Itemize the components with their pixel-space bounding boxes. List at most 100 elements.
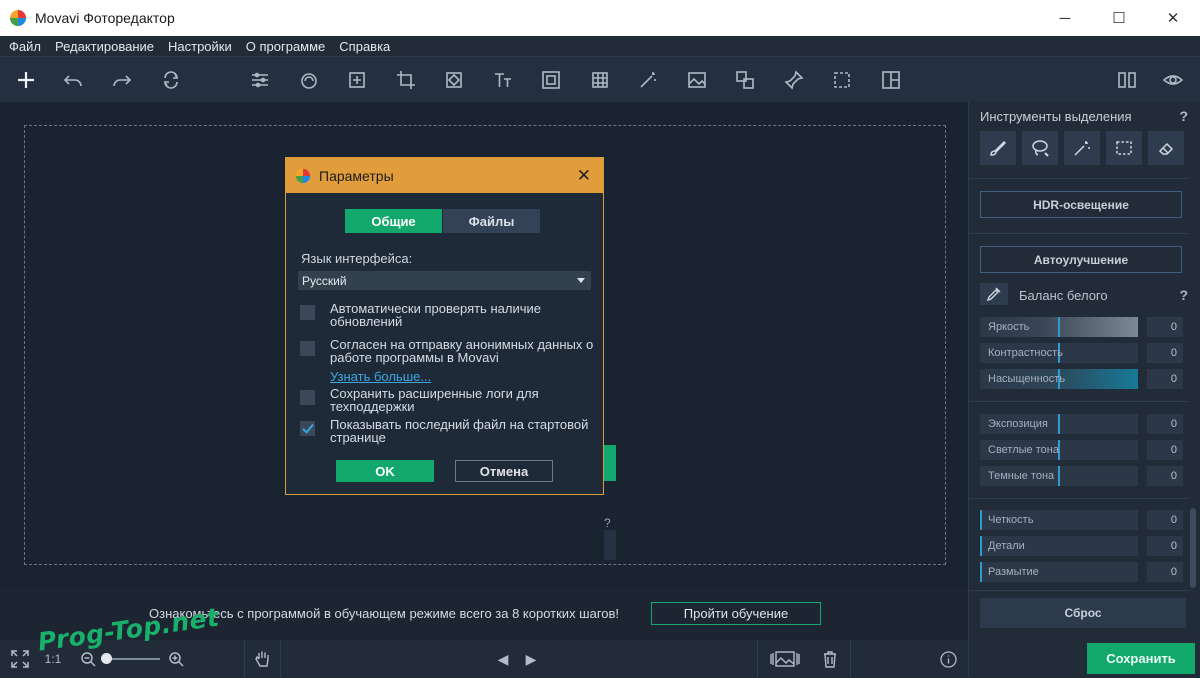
add-icon[interactable] [13,67,39,93]
movavi-logo-icon [10,10,26,26]
next-icon[interactable]: ▶ [522,640,540,678]
saturation-value[interactable]: 0 [1147,369,1183,389]
show-last-file-checkbox[interactable] [300,421,315,436]
eye-icon[interactable] [1160,67,1186,93]
start-tutorial-button[interactable]: Пройти обучение [651,602,821,625]
language-value: Русский [302,273,347,288]
gallery-icon[interactable] [766,640,804,678]
slider-label: Контрастность [988,347,1063,359]
save-button[interactable]: Сохранить [1087,643,1195,674]
menu-about[interactable]: О программе [239,39,333,54]
image-icon[interactable] [684,67,710,93]
divider [969,401,1189,402]
anonymous-data-label: Согласен на отправку анонимных данных о … [330,337,594,365]
auto-update-checkbox[interactable] [300,305,315,320]
contrast-value[interactable]: 0 [1147,343,1183,363]
learn-more-link[interactable]: Узнать больше... [330,369,431,384]
menu-file[interactable]: Файл [0,39,48,54]
brightness-slider[interactable]: Яркость [980,317,1138,337]
crop-icon[interactable] [393,67,419,93]
tab-files[interactable]: Файлы [443,209,540,233]
window-title: Movavi Фоторедактор [35,10,175,26]
clone-icon[interactable] [732,67,758,93]
adjustments-icon[interactable] [247,67,273,93]
slider-label: Светлые тона [988,444,1059,456]
bottom-bar: 1:1 ◀ ▶ [0,640,968,678]
minimize-button[interactable]: ─ [1038,0,1092,36]
slider-label: Темные тона [988,470,1055,482]
reset-button[interactable]: Сброс [980,598,1186,628]
hand-tool-icon[interactable] [252,640,274,678]
close-window-button[interactable]: ✕ [1146,0,1200,36]
slider-label: Насыщенность [988,373,1066,385]
shadows-slider[interactable]: Темные тона [980,466,1138,486]
selection-help-icon[interactable]: ? [1179,108,1188,124]
highlights-value[interactable]: 0 [1147,440,1183,460]
extended-logs-label: Сохранить расширенные логи для техподдер… [330,386,539,414]
slider-marker [1058,317,1060,337]
details-value[interactable]: 0 [1147,536,1183,556]
white-balance-help-icon[interactable]: ? [1179,287,1188,303]
previous-icon[interactable]: ◀ [494,640,512,678]
saturation-slider[interactable]: Насыщенность [980,369,1138,389]
exposure-value[interactable]: 0 [1147,414,1183,434]
texture-icon[interactable] [587,67,613,93]
eyedropper-icon[interactable] [980,283,1008,305]
retouch-icon[interactable] [296,67,322,93]
undo-icon[interactable] [60,67,86,93]
delete-icon[interactable] [820,640,840,678]
cancel-button[interactable]: Отмена [455,460,553,482]
ok-button[interactable]: OK [336,460,434,482]
separator [757,640,758,678]
shadows-value[interactable]: 0 [1147,466,1183,486]
fit-screen-icon[interactable] [6,640,34,678]
menu-edit[interactable]: Редактирование [48,39,161,54]
sharpness-slider[interactable]: Четкость [980,510,1138,530]
zoom-slider-handle[interactable] [101,653,112,664]
frame-icon[interactable] [538,67,564,93]
auto-enhance-button[interactable]: Автоулучшение [980,246,1182,273]
exposure-slider[interactable]: Экспозиция [980,414,1138,434]
blur-value[interactable]: 0 [1147,562,1183,582]
info-icon[interactable] [938,640,958,678]
menu-settings[interactable]: Настройки [161,39,239,54]
menu-help[interactable]: Справка [332,39,397,54]
hidden-secondary-button [604,530,616,560]
redo-icon[interactable] [109,67,135,93]
details-slider[interactable]: Детали [980,536,1138,556]
text-icon[interactable] [490,67,516,93]
compare-icon[interactable] [1114,67,1140,93]
chevron-down-icon [577,278,585,283]
magic-select-icon[interactable] [1064,131,1100,165]
language-select[interactable]: Русский [298,271,591,290]
pin-icon[interactable] [781,67,807,93]
slider-label: Четкость [988,514,1034,526]
reset-rotate-icon[interactable] [158,67,184,93]
tab-general[interactable]: Общие [345,209,442,233]
eraser-icon[interactable] [1148,131,1184,165]
lasso-icon[interactable] [1022,131,1058,165]
highlights-slider[interactable]: Светлые тона [980,440,1138,460]
magic-wand-icon[interactable] [635,67,661,93]
effects-icon[interactable] [441,67,467,93]
zoom-slider-track[interactable] [104,658,160,660]
blur-slider[interactable]: Размытие [980,562,1138,582]
dialog-title-bar[interactable]: Параметры ✕ [286,158,603,193]
hidden-open-button [604,445,616,481]
maximize-button[interactable]: ☐ [1092,0,1146,36]
sharpness-value[interactable]: 0 [1147,510,1183,530]
hdr-button[interactable]: HDR-освещение [980,191,1182,218]
anonymous-data-checkbox[interactable] [300,341,315,356]
panel-scrollbar[interactable] [1190,508,1196,588]
selection-icon[interactable] [829,67,855,93]
rectangle-select-icon[interactable] [1106,131,1142,165]
brightness-value[interactable]: 0 [1147,317,1183,337]
dialog-close-icon[interactable]: ✕ [577,166,591,186]
enhance-icon[interactable] [344,67,370,93]
brush-selection-icon[interactable] [980,131,1016,165]
white-balance-label: Баланс белого [1019,288,1108,303]
contrast-slider[interactable]: Контрастность [980,343,1138,363]
zoom-in-icon[interactable] [166,640,186,678]
extended-logs-checkbox[interactable] [300,390,315,405]
layout-icon[interactable] [878,67,904,93]
